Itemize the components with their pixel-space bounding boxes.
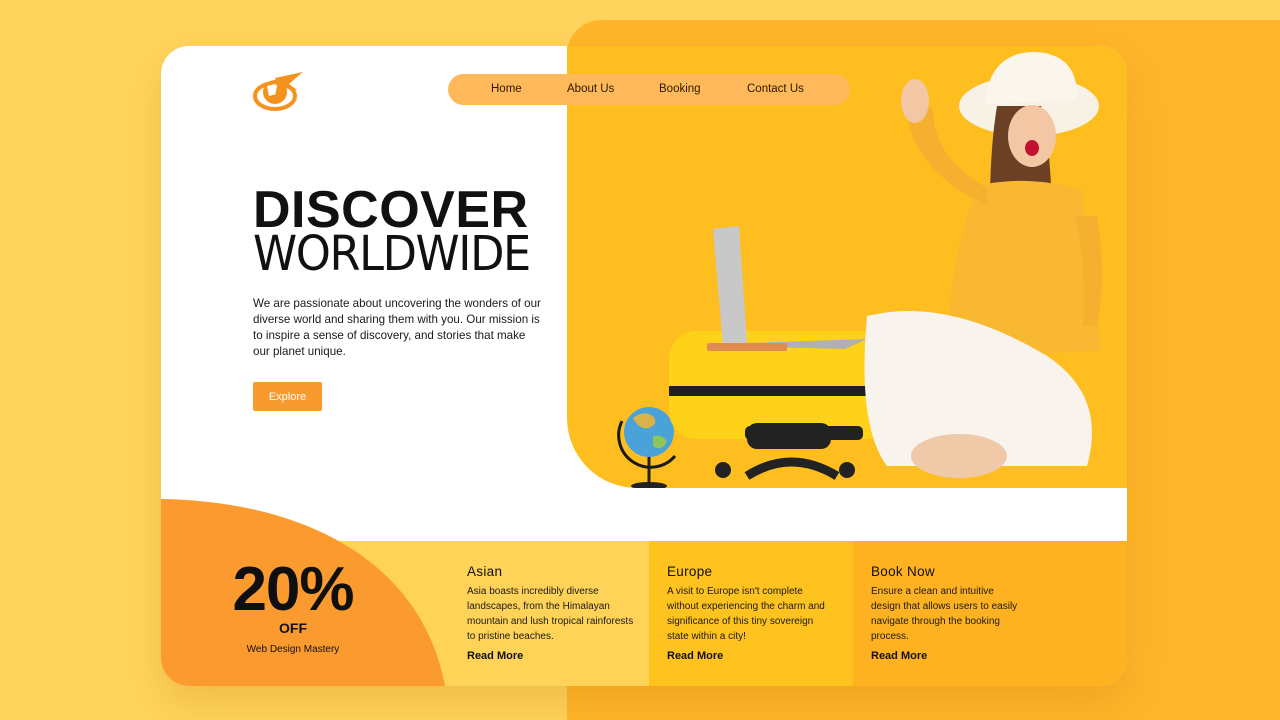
feature-text: A visit to Europe isn't complete without… — [667, 586, 825, 642]
site-logo[interactable] — [253, 70, 307, 112]
explore-button[interactable]: Explore — [253, 382, 322, 411]
main-nav: Home About Us Booking Contact Us — [448, 74, 850, 105]
hero-photo — [617, 52, 1102, 488]
feature-title: Book Now — [871, 564, 935, 579]
nav-contact-us[interactable]: Contact Us — [747, 74, 804, 105]
bottom-section: 20% OFF Web Design Mastery Asian Asia bo… — [161, 499, 1127, 686]
nav-home[interactable]: Home — [491, 74, 522, 105]
read-more-link[interactable]: Read More — [467, 650, 523, 662]
read-more-link[interactable]: Read More — [871, 650, 927, 662]
globe-airplane-logo-icon — [253, 72, 303, 111]
feature-title: Asian — [467, 564, 503, 579]
feature-europe: Europe A visit to Europe isn't complete … — [649, 541, 853, 686]
hero-image-panel — [567, 46, 1127, 488]
woman-illustration — [864, 52, 1102, 478]
globe-illustration — [617, 407, 677, 488]
hero-description: We are passionate about uncovering the w… — [253, 297, 541, 358]
feature-title: Europe — [667, 564, 713, 579]
landing-card: Home About Us Booking Contact Us DISCOVE… — [161, 46, 1127, 686]
feature-asian: Asian Asia boasts incredibly diverse lan… — [449, 541, 649, 686]
promo-percent: 20% — [232, 555, 354, 624]
hero-title-line2: WORLDWIDE — [253, 226, 531, 282]
read-more-link[interactable]: Read More — [667, 650, 723, 662]
feature-text: Asia boasts incredibly diverse landscape… — [467, 586, 634, 642]
nav-about-us[interactable]: About Us — [567, 74, 614, 105]
feature-book-now: Book Now Ensure a clean and intuitive de… — [853, 541, 1127, 686]
feature-text: Ensure a clean and intuitive design that… — [871, 586, 1018, 642]
nav-booking[interactable]: Booking — [659, 74, 701, 105]
promo-caption: Web Design Mastery — [246, 644, 340, 655]
promo-off-label: OFF — [279, 620, 307, 636]
